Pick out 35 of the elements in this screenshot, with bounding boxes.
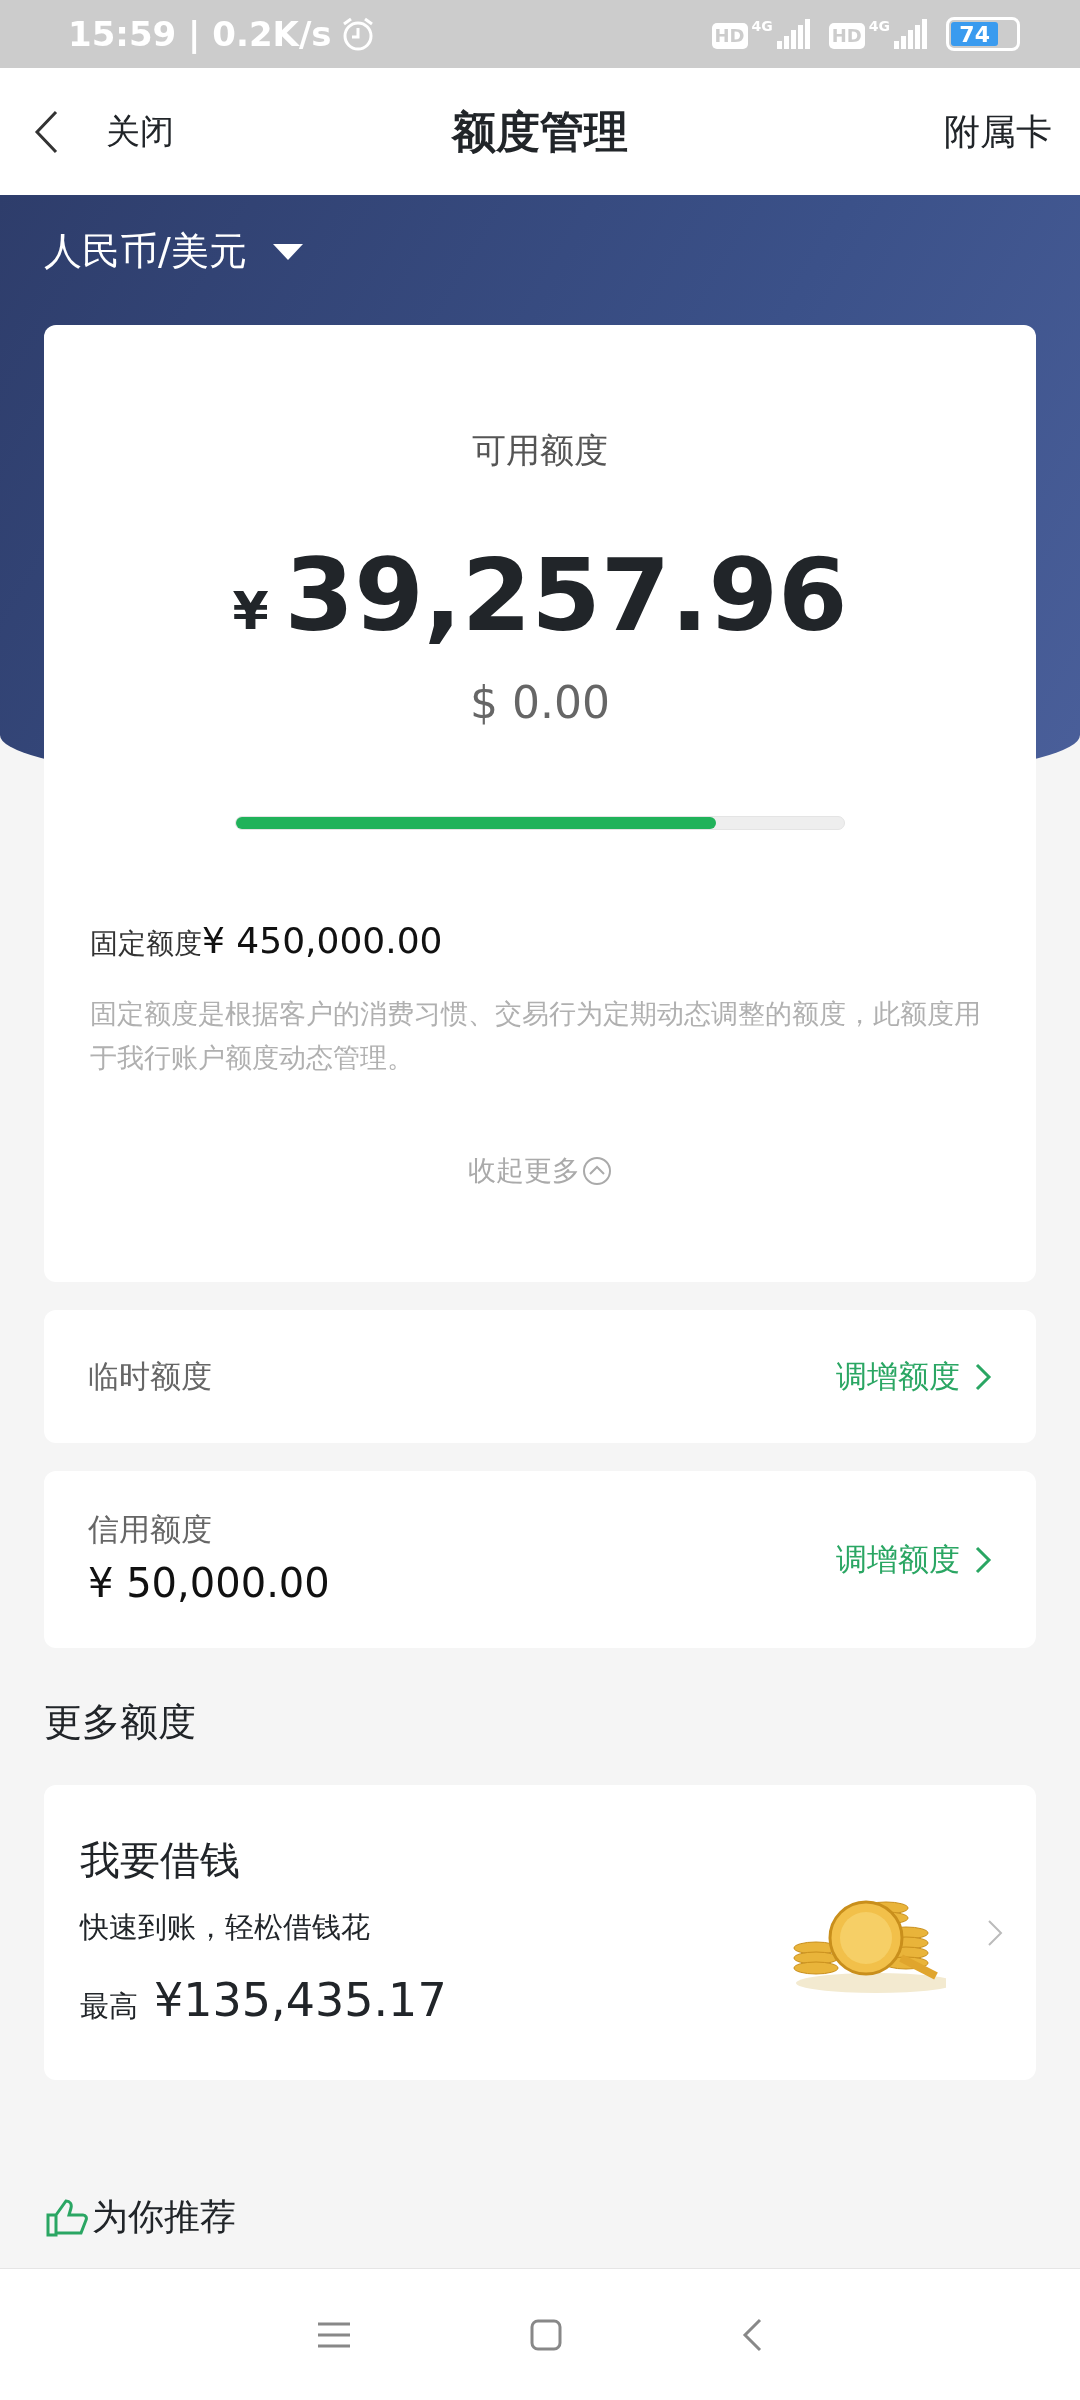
collapse-up-icon — [582, 1156, 612, 1186]
menu-icon[interactable] — [318, 2321, 350, 2348]
available-title: 可用额度 — [472, 430, 608, 470]
usd-amount: $ 0.00 — [470, 677, 610, 728]
max-label: 最高 — [80, 1987, 138, 2025]
currency-symbol: ¥ — [232, 580, 269, 644]
limit-label: 信用额度 — [88, 1510, 213, 1550]
limit-value: ¥ 50,000.00 — [88, 1558, 330, 1608]
section-title: 为你推荐 — [92, 2195, 236, 2239]
page-title: 额度管理 — [452, 105, 628, 157]
signal-icon — [776, 19, 811, 49]
fixed-limit-value: ¥ 450,000.00 — [202, 919, 443, 963]
close-link[interactable]: 关闭 — [106, 106, 174, 157]
back-button[interactable] — [34, 109, 58, 154]
currency-selector[interactable]: 人民币/美元 — [44, 223, 303, 280]
dropdown-caret-icon — [272, 243, 303, 260]
fixed-limit-label: 固定额度 — [90, 926, 202, 962]
chevron-right-icon — [986, 1917, 1004, 1948]
limit-label: 临时额度 — [88, 1357, 212, 1397]
signal-icon — [894, 19, 928, 49]
supplementary-card-link[interactable]: 附属卡 — [944, 104, 1052, 159]
battery-level: 74 — [951, 22, 999, 46]
home-icon[interactable] — [530, 2318, 562, 2351]
max-amount: ¥135,435.17 — [154, 1971, 447, 2029]
loan-title: 我要借钱 — [80, 1836, 241, 1886]
limit-description: 固定额度是根据客户的消费习惯、交易行为定期动态调整的额度，此额度用于我行账户额度动态管理。 — [90, 997, 982, 1075]
available-amount: 39,257.96 — [284, 546, 848, 646]
loan-subtitle: 快速到账，轻松借钱花 — [80, 1909, 371, 1947]
chevron-right-icon — [974, 1544, 992, 1575]
chevron-right-icon — [974, 1361, 992, 1392]
section-title: 更多额度 — [44, 1700, 196, 1744]
back-icon — [34, 109, 58, 154]
back-icon[interactable] — [742, 2317, 762, 2352]
thumbs-up-icon — [44, 2197, 88, 2237]
loan-card[interactable]: 我要借钱 快速到账，轻松借钱花 最高 ¥135,435.17 — [44, 1785, 1036, 2080]
